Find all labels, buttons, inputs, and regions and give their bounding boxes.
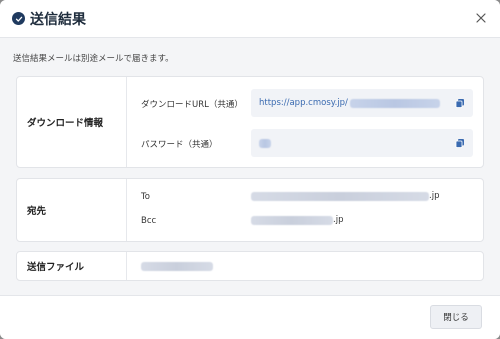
download-url-value[interactable]: https://app.cmosy.jp/ — [259, 98, 348, 108]
section-label-files: 送信ファイル — [17, 252, 127, 280]
dialog-header: 送信結果 — [0, 0, 500, 38]
copy-icon[interactable] — [455, 138, 465, 148]
bcc-suffix: .jp — [333, 215, 344, 225]
download-url-redacted — [349, 98, 440, 108]
dialog-footer: 閉じる — [0, 295, 500, 339]
recipients-body: To .jp Bcc .jp — [127, 179, 483, 241]
send-result-dialog: 送信結果 送信結果メールは別途メールで届きます。 ダウンロード情報 ダウンロード… — [0, 0, 500, 339]
file-name-redacted — [141, 262, 213, 271]
section-label-download: ダウンロード情報 — [17, 77, 127, 167]
check-circle-icon — [12, 12, 25, 25]
bcc-value: .jp — [251, 215, 343, 225]
copy-icon[interactable] — [455, 98, 465, 108]
download-info-body: ダウンロードURL（共通） https://app.cmosy.jp/ パスワー… — [127, 77, 483, 167]
bcc-label: Bcc — [141, 216, 157, 226]
to-suffix: .jp — [429, 191, 440, 201]
to-label: To — [141, 192, 150, 202]
files-body — [127, 252, 483, 280]
close-button[interactable]: 閉じる — [430, 305, 482, 329]
password-redacted — [259, 138, 271, 148]
password-field[interactable] — [251, 129, 473, 157]
files-section: 送信ファイル — [16, 251, 484, 281]
to-redacted — [251, 191, 429, 201]
section-label-recipients: 宛先 — [17, 179, 127, 241]
dialog-description: 送信結果メールは別途メールで届きます。 — [13, 54, 174, 64]
download-url-label: ダウンロードURL（共通） — [141, 100, 243, 110]
recipients-section: 宛先 To .jp Bcc .jp — [16, 178, 484, 242]
bcc-redacted — [251, 215, 333, 225]
download-url-field[interactable]: https://app.cmosy.jp/ — [251, 89, 473, 117]
close-icon[interactable] — [474, 11, 488, 25]
dialog-title: 送信結果 — [30, 11, 86, 28]
to-value: .jp — [251, 191, 439, 201]
download-info-section: ダウンロード情報 ダウンロードURL（共通） https://app.cmosy… — [16, 76, 484, 168]
password-label: パスワード（共通） — [141, 140, 218, 150]
